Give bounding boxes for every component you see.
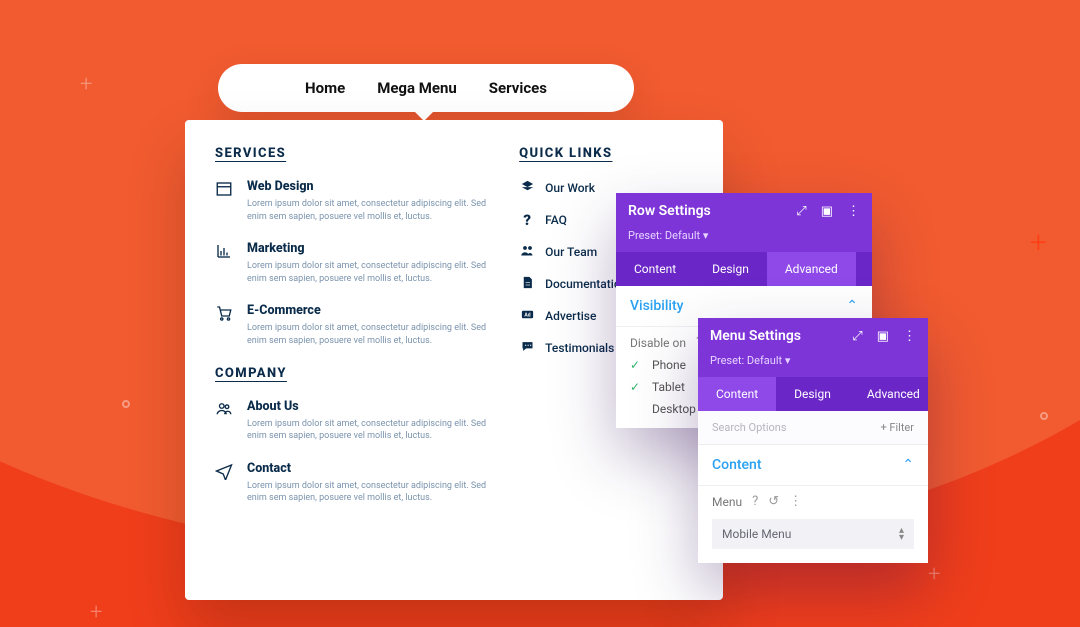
quicklink-label: FAQ xyxy=(545,213,567,227)
search-input[interactable]: Search Options xyxy=(712,421,787,434)
quicklink-label: Documentation xyxy=(545,277,627,291)
cart-icon xyxy=(215,303,235,347)
company-item[interactable]: Contact Lorem ipsum dolor sit amet, conse… xyxy=(215,461,493,505)
tab-content[interactable]: Content xyxy=(616,252,694,286)
company-title: About Us xyxy=(247,399,493,414)
chevron-up-icon[interactable]: ⌃ xyxy=(846,298,858,314)
tab-advanced[interactable]: Advanced xyxy=(767,252,856,286)
menu-dropdown[interactable]: Mobile Menu ▴▾ xyxy=(712,519,914,549)
tab-design[interactable]: Design xyxy=(776,377,849,411)
plane-icon xyxy=(215,461,235,505)
company-desc: Lorem ipsum dolor sit amet, consectetur … xyxy=(247,480,493,505)
option-label: Phone xyxy=(652,358,686,372)
panel-tabs: Content Design Advanced xyxy=(616,252,872,286)
ad-icon: Ad xyxy=(519,307,535,325)
service-item[interactable]: E-Commerce Lorem ipsum dolor sit amet, co… xyxy=(215,303,493,347)
more-icon[interactable]: ⋮ xyxy=(847,204,860,219)
filter-button[interactable]: + Filter xyxy=(880,421,914,434)
preset-dropdown[interactable]: Preset: Default ▾ xyxy=(698,354,928,377)
service-item[interactable]: Web Design Lorem ipsum dolor sit amet, co… xyxy=(215,179,493,223)
help-icon[interactable]: ? xyxy=(752,494,758,509)
team-icon xyxy=(519,243,535,261)
company-item[interactable]: About Us Lorem ipsum dolor sit amet, cons… xyxy=(215,399,493,443)
expand-icon[interactable]: ⤢ xyxy=(796,204,806,219)
service-desc: Lorem ipsum dolor sit amet, consectetur … xyxy=(247,198,493,223)
updown-icon: ▴▾ xyxy=(899,527,904,541)
nav-services[interactable]: Services xyxy=(489,79,547,97)
box-icon[interactable]: ▣ xyxy=(821,204,833,219)
box-icon[interactable]: ▣ xyxy=(877,329,889,344)
preset-dropdown[interactable]: Preset: Default ▾ xyxy=(616,229,872,252)
decorative-dot xyxy=(122,400,130,408)
more-icon[interactable]: ⋮ xyxy=(789,494,802,509)
option-label: Desktop xyxy=(652,402,696,416)
menu-settings-panel[interactable]: Menu Settings ⤢ ▣ ⋮ Preset: Default ▾ Co… xyxy=(698,318,928,563)
service-title: E-Commerce xyxy=(247,303,493,318)
people-icon xyxy=(215,399,235,443)
service-desc: Lorem ipsum dolor sit amet, consectetur … xyxy=(247,260,493,285)
company-heading: COMPANY xyxy=(215,366,493,381)
help-icon: ? xyxy=(519,211,535,229)
expand-icon[interactable]: ⤢ xyxy=(852,329,862,344)
quicklink-label: Testimonials xyxy=(545,341,614,355)
chevron-up-icon[interactable]: ⌃ xyxy=(902,457,914,473)
field-label-menu: Menu xyxy=(712,495,742,509)
svg-text:Ad: Ad xyxy=(524,312,530,318)
top-nav: Home Mega Menu Services xyxy=(218,64,634,112)
disable-on-label: Disable on xyxy=(630,336,686,350)
panel-title: Row Settings xyxy=(628,203,711,219)
nav-mega-menu[interactable]: Mega Menu xyxy=(377,79,457,97)
tab-advanced[interactable]: Advanced xyxy=(849,377,938,411)
window-icon xyxy=(215,179,235,223)
panel-title: Menu Settings xyxy=(710,328,801,344)
undo-icon[interactable]: ↺ xyxy=(768,494,779,509)
tab-design[interactable]: Design xyxy=(694,252,767,286)
company-title: Contact xyxy=(247,461,493,476)
chat-icon xyxy=(519,339,535,357)
company-desc: Lorem ipsum dolor sit amet, consectetur … xyxy=(247,418,493,443)
dropdown-value: Mobile Menu xyxy=(722,527,791,541)
check-icon: ✓ xyxy=(630,380,642,394)
nav-home[interactable]: Home xyxy=(305,79,345,97)
service-item[interactable]: Marketing Lorem ipsum dolor sit amet, con… xyxy=(215,241,493,285)
chart-icon xyxy=(215,241,235,285)
quicklinks-heading: QUICK LINKS xyxy=(519,146,693,161)
quicklink-label: Advertise xyxy=(545,309,596,323)
decorative-dot xyxy=(1040,412,1048,420)
check-icon: ✓ xyxy=(630,402,642,416)
quicklink-label: Our Work xyxy=(545,181,595,195)
tab-content[interactable]: Content xyxy=(698,377,776,411)
panel-tabs: Content Design Advanced xyxy=(698,377,928,411)
service-title: Marketing xyxy=(247,241,493,256)
check-icon: ✓ xyxy=(630,358,642,372)
services-heading: SERVICES xyxy=(215,146,493,161)
section-content[interactable]: Content xyxy=(712,457,762,473)
section-visibility[interactable]: Visibility xyxy=(630,298,683,314)
doc-icon xyxy=(519,275,535,293)
quicklink-label: Our Team xyxy=(545,245,597,259)
service-desc: Lorem ipsum dolor sit amet, consectetur … xyxy=(247,322,493,347)
more-icon[interactable]: ⋮ xyxy=(903,329,916,344)
option-label: Tablet xyxy=(652,380,685,394)
layers-icon xyxy=(519,179,535,197)
service-title: Web Design xyxy=(247,179,493,194)
